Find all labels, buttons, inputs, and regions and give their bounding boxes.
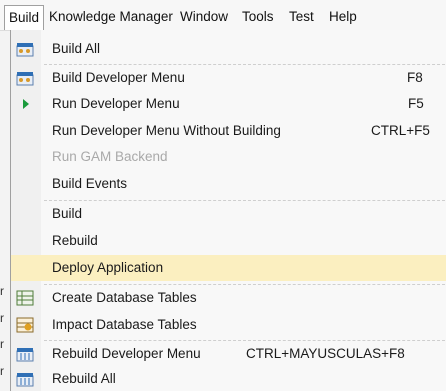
menu-tools[interactable]: Tools	[242, 8, 274, 26]
menu-bar: Build Knowledge Manager Window Tools Tes…	[0, 0, 446, 31]
menu-item-run-developer-menu-without-building[interactable]: Run Developer Menu Without Building CTRL…	[11, 118, 446, 144]
underlying-window-edge: r r r r	[0, 0, 10, 391]
rebuild-all-icon	[16, 373, 34, 387]
menu-item-label: Run Developer Menu	[52, 96, 180, 111]
menu-item-label: Build Developer Menu	[52, 70, 185, 85]
menu-item-deploy-application[interactable]: Deploy Application	[11, 255, 446, 281]
screen: r r r r Build Knowledge Manager Window T…	[0, 0, 446, 391]
menu-item-create-database-tables[interactable]: Create Database Tables	[11, 285, 446, 311]
menu-item-build-developer-menu[interactable]: Build Developer Menu F8	[11, 65, 446, 91]
menu-item-rebuild[interactable]: Rebuild	[11, 228, 446, 254]
underlying-text-fragment: r	[0, 284, 4, 298]
underlying-text-fragment: r	[0, 364, 4, 378]
menu-build[interactable]: Build	[4, 5, 45, 30]
menu-knowledge-manager[interactable]: Knowledge Manager	[49, 8, 173, 26]
underlying-text-fragment: r	[0, 337, 4, 351]
menu-test[interactable]: Test	[289, 8, 314, 26]
menu-item-label: Rebuild All	[52, 371, 116, 386]
menu-item-build-events[interactable]: Build Events	[11, 171, 446, 197]
menu-window[interactable]: Window	[180, 8, 228, 26]
menu-item-rebuild-all[interactable]: Rebuild All	[11, 366, 446, 391]
menu-item-label: Build Events	[52, 176, 128, 191]
menu-item-run-developer-menu[interactable]: Run Developer Menu F5	[11, 91, 446, 117]
menu-item-label: Deploy Application	[52, 260, 164, 275]
run-play-icon	[23, 99, 29, 109]
menu-item-label: Rebuild Developer Menu	[52, 346, 201, 361]
impact-database-tables-icon	[16, 317, 34, 333]
menu-item-shortcut: CTRL+MAYUSCULAS+F8	[246, 346, 405, 361]
menu-item-run-gam-backend: Run GAM Backend	[11, 144, 446, 170]
build-dropdown-menu: Build All Build Developer Menu F8 Run De…	[10, 30, 446, 391]
build-developer-menu-icon	[16, 72, 34, 86]
build-all-icon	[16, 43, 34, 57]
rebuild-developer-menu-icon	[16, 348, 34, 362]
menu-item-build[interactable]: Build	[11, 201, 446, 227]
menu-item-rebuild-developer-menu[interactable]: Rebuild Developer Menu CTRL+MAYUSCULAS+F…	[11, 341, 446, 367]
menu-item-label: Run GAM Backend	[52, 149, 168, 164]
menu-item-shortcut: F5	[408, 96, 424, 111]
menu-item-label: Build All	[52, 41, 101, 56]
underlying-text-fragment: r	[0, 311, 4, 325]
menu-item-label: Build	[52, 206, 83, 221]
menu-item-label: Run Developer Menu Without Building	[52, 123, 281, 138]
menu-help[interactable]: Help	[329, 8, 357, 26]
create-database-tables-icon	[16, 290, 34, 306]
menu-item-label: Rebuild	[52, 233, 98, 248]
menu-item-impact-database-tables[interactable]: Impact Database Tables	[11, 312, 446, 338]
menu-item-shortcut: F8	[407, 70, 423, 85]
menu-item-label: Create Database Tables	[52, 290, 197, 305]
menu-item-shortcut: CTRL+F5	[371, 123, 430, 138]
menu-item-label: Impact Database Tables	[52, 317, 197, 332]
menu-item-build-all[interactable]: Build All	[11, 36, 446, 62]
